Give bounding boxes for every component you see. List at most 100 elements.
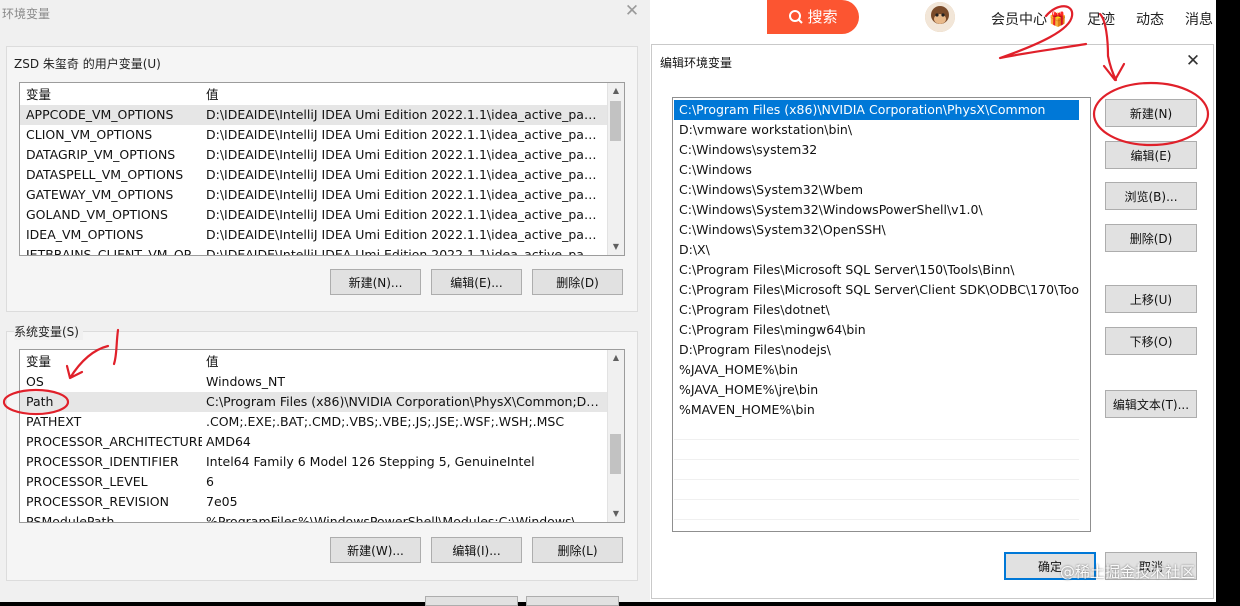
search-label: 搜索: [807, 8, 838, 26]
column-header-variable[interactable]: 变量: [26, 85, 202, 105]
path-list[interactable]: C:\Program Files (x86)\NVIDIA Corporatio…: [672, 97, 1091, 532]
list-item[interactable]: C:\Windows: [674, 160, 1079, 180]
list-item[interactable]: C:\Program Files\Microsoft SQL Server\15…: [674, 260, 1079, 280]
browse-button[interactable]: 浏览(B)...: [1105, 182, 1197, 210]
table-row[interactable]: PROCESSOR_IDENTIFIER Intel64 Family 6 Mod…: [20, 452, 608, 472]
user-variables-list[interactable]: 变量 值 APPCODE_VM_OPTIONS D:\IDEAIDE\Intell…: [19, 82, 625, 256]
variable-value: %ProgramFiles%\WindowsPowerShell\Modules…: [206, 514, 588, 523]
column-header-value[interactable]: 值: [206, 85, 602, 105]
variable-name: OS: [26, 374, 44, 389]
system-new-button[interactable]: 新建(W)...: [330, 537, 421, 563]
list-item[interactable]: C:\Program Files\mingw64\bin: [674, 320, 1079, 340]
ok-button-partial[interactable]: [425, 596, 518, 606]
empty-list-row[interactable]: [674, 440, 1079, 460]
list-item[interactable]: D:\Program Files\nodejs\: [674, 340, 1079, 360]
user-variables-label: ZSD 朱玺奇 的用户变量(U): [14, 57, 161, 71]
table-row[interactable]: JETBRAINS_CLIENT_VM_OP... D:\IDEAIDE\Inte…: [20, 245, 608, 255]
nav-member-center[interactable]: 会员中心 🎁: [991, 9, 1066, 29]
empty-list-row[interactable]: [674, 460, 1079, 480]
vertical-scrollbar[interactable]: ▲ ▼: [607, 83, 624, 255]
variable-value: Intel64 Family 6 Model 126 Stepping 5, G…: [206, 454, 535, 469]
variable-name: GATEWAY_VM_OPTIONS: [26, 187, 174, 202]
table-row[interactable]: PATHEXT .COM;.EXE;.BAT;.CMD;.VBS;.VBE;.JS…: [20, 412, 608, 432]
close-icon[interactable]: ✕: [1182, 50, 1204, 72]
close-icon[interactable]: ✕: [622, 1, 642, 21]
table-row[interactable]: PROCESSOR_REVISION 7e05: [20, 492, 608, 512]
search-icon: [789, 10, 804, 24]
dialog-title: 编辑环境变量: [660, 56, 733, 70]
list-item[interactable]: C:\Windows\system32: [674, 140, 1079, 160]
scrollbar-thumb[interactable]: [610, 101, 621, 141]
edit-text-button[interactable]: 编辑文本(T)...: [1105, 390, 1197, 418]
list-item[interactable]: D:\vmware workstation\bin\: [674, 120, 1079, 140]
nav-dynamic[interactable]: 动态: [1136, 9, 1164, 29]
table-row[interactable]: CLION_VM_OPTIONS D:\IDEAIDE\IntelliJ IDEA…: [20, 125, 608, 145]
list-header: 变量 值: [20, 352, 608, 372]
list-item[interactable]: C:\Windows\System32\Wbem: [674, 180, 1079, 200]
variable-value: .COM;.EXE;.BAT;.CMD;.VBS;.VBE;.JS;.JSE;.…: [206, 414, 565, 429]
avatar[interactable]: [925, 2, 955, 32]
scrollbar-thumb[interactable]: [610, 434, 621, 474]
scroll-down-icon[interactable]: ▼: [608, 239, 624, 255]
table-row[interactable]: DATASPELL_VM_OPTIONS D:\IDEAIDE\IntelliJ …: [20, 165, 608, 185]
table-row[interactable]: PSModulePath %ProgramFiles%\WindowsPowerS…: [20, 512, 608, 523]
empty-list-row[interactable]: [674, 480, 1079, 500]
variable-name: PROCESSOR_LEVEL: [26, 474, 148, 489]
variable-value: D:\IDEAIDE\IntelliJ IDEA Umi Edition 202…: [206, 167, 602, 182]
user-delete-button[interactable]: 删除(D): [532, 269, 623, 295]
table-row[interactable]: GOLAND_VM_OPTIONS D:\IDEAIDE\IntelliJ IDE…: [20, 205, 608, 225]
cancel-button-partial[interactable]: [526, 596, 619, 606]
empty-list-row[interactable]: [674, 500, 1079, 520]
variable-name: PSModulePath: [26, 514, 115, 523]
system-delete-button[interactable]: 删除(L): [532, 537, 623, 563]
empty-list-row[interactable]: [674, 420, 1079, 440]
move-down-button[interactable]: 下移(O): [1105, 327, 1197, 355]
list-item[interactable]: C:\Program Files\dotnet\: [674, 300, 1079, 320]
variable-value: 6: [206, 474, 214, 489]
nav-messages[interactable]: 消息: [1185, 9, 1213, 29]
system-variables-list[interactable]: 变量 值 OS Windows_NT Path C:\Program Files (x…: [19, 349, 625, 523]
search-button[interactable]: 搜索: [767, 0, 859, 34]
list-item[interactable]: D:\X\: [674, 240, 1079, 260]
vertical-scrollbar[interactable]: ▲ ▼: [607, 350, 624, 522]
monkey-avatar-icon: [925, 2, 955, 32]
table-row[interactable]: PROCESSOR_ARCHITECTURE AMD64: [20, 432, 608, 452]
table-row[interactable]: DATAGRIP_VM_OPTIONS D:\IDEAIDE\IntelliJ I…: [20, 145, 608, 165]
user-edit-button[interactable]: 编辑(E)...: [431, 269, 522, 295]
table-row[interactable]: APPCODE_VM_OPTIONS D:\IDEAIDE\IntelliJ ID…: [20, 105, 608, 125]
system-edit-button[interactable]: 编辑(I)...: [431, 537, 522, 563]
column-header-variable[interactable]: 变量: [26, 352, 202, 372]
table-row[interactable]: OS Windows_NT: [20, 372, 608, 392]
scroll-up-icon[interactable]: ▲: [608, 350, 624, 366]
nav-footprint[interactable]: 足迹: [1087, 9, 1115, 29]
list-item[interactable]: %MAVEN_HOME%\bin: [674, 400, 1079, 420]
user-new-button[interactable]: 新建(N)...: [330, 269, 421, 295]
list-item[interactable]: C:\Windows\System32\WindowsPowerShell\v1…: [674, 200, 1079, 220]
scroll-down-icon[interactable]: ▼: [608, 506, 624, 522]
list-item[interactable]: C:\Program Files\Microsoft SQL Server\Cl…: [674, 280, 1079, 300]
variable-name: PROCESSOR_REVISION: [26, 494, 169, 509]
table-row[interactable]: GATEWAY_VM_OPTIONS D:\IDEAIDE\IntelliJ ID…: [20, 185, 608, 205]
list-item[interactable]: %JAVA_HOME%\jre\bin: [674, 380, 1079, 400]
list-item[interactable]: %JAVA_HOME%\bin: [674, 360, 1079, 380]
new-button[interactable]: 新建(N): [1105, 99, 1197, 127]
variable-name: IDEA_VM_OPTIONS: [26, 227, 144, 242]
scroll-up-icon[interactable]: ▲: [608, 83, 624, 99]
list-item[interactable]: C:\Program Files (x86)\NVIDIA Corporatio…: [674, 100, 1079, 120]
variable-value: 7e05: [206, 494, 238, 509]
variable-value: C:\Program Files (x86)\NVIDIA Corporatio…: [206, 394, 602, 409]
table-row[interactable]: IDEA_VM_OPTIONS D:\IDEAIDE\IntelliJ IDEA …: [20, 225, 608, 245]
gift-icon: 🎁: [1049, 12, 1067, 28]
column-header-value[interactable]: 值: [206, 352, 602, 372]
variable-value: D:\IDEAIDE\IntelliJ IDEA Umi Edition 202…: [206, 147, 602, 162]
table-row[interactable]: Path C:\Program Files (x86)\NVIDIA Corpor…: [20, 392, 608, 412]
variable-name: DATASPELL_VM_OPTIONS: [26, 167, 184, 182]
variable-value: D:\IDEAIDE\IntelliJ IDEA Umi Edition 202…: [206, 107, 602, 122]
move-up-button[interactable]: 上移(U): [1105, 285, 1197, 313]
delete-button[interactable]: 删除(D): [1105, 224, 1197, 252]
table-row[interactable]: PROCESSOR_LEVEL 6: [20, 472, 608, 492]
variable-name: PATHEXT: [26, 414, 82, 429]
variable-name: Path: [26, 394, 54, 409]
edit-button[interactable]: 编辑(E): [1105, 141, 1197, 169]
list-item[interactable]: C:\Windows\System32\OpenSSH\: [674, 220, 1079, 240]
